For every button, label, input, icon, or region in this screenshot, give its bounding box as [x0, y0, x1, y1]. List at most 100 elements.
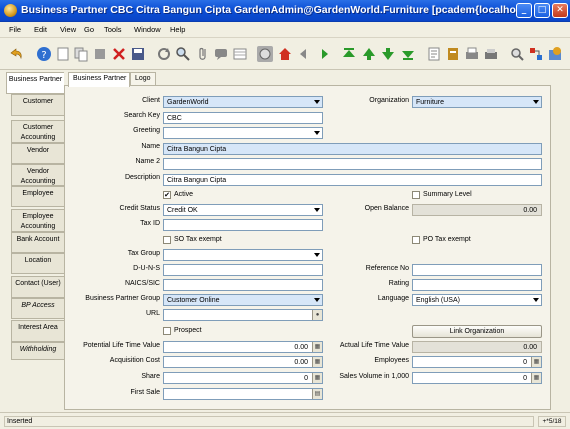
tab-vendor[interactable]: Vendor	[11, 143, 64, 164]
tab-business-partner[interactable]: Business Partner	[6, 72, 64, 94]
tab-business-partner-detail[interactable]: Business Partner	[68, 72, 130, 87]
first-record-icon[interactable]	[341, 46, 357, 62]
greeting-select[interactable]	[163, 127, 323, 139]
find-icon[interactable]	[175, 46, 191, 62]
vertical-scrollbar[interactable]	[555, 72, 565, 410]
po-tax-exempt-checkbox[interactable]	[412, 236, 420, 244]
delete-icon[interactable]	[111, 46, 127, 62]
employees-field[interactable]: 0 ▦	[412, 356, 542, 368]
tab-logo[interactable]: Logo	[130, 72, 156, 86]
acquisition-cost-field[interactable]: 0.00 ▦	[163, 356, 323, 368]
chevron-down-icon[interactable]	[312, 205, 322, 215]
menu-help[interactable]: Help	[170, 25, 185, 34]
print-preview-icon[interactable]	[464, 46, 480, 62]
actual-ltv-label: Actual Life Time Value	[339, 342, 409, 349]
chevron-down-icon[interactable]	[312, 97, 322, 107]
title-bar: Business Partner CBC Citra Bangun Cipta …	[0, 0, 570, 22]
previous-record-icon[interactable]	[361, 46, 377, 62]
chevron-down-icon[interactable]	[531, 97, 541, 107]
client-select[interactable]: GardenWorld	[163, 96, 323, 108]
menu-tools[interactable]: Tools	[104, 25, 122, 34]
next-record-icon[interactable]	[380, 46, 396, 62]
new-record-icon[interactable]	[55, 46, 71, 62]
rating-field[interactable]	[412, 279, 542, 291]
history-icon[interactable]	[257, 46, 273, 62]
link-organization-button[interactable]: Link Organization	[412, 325, 542, 338]
attachment-icon[interactable]	[195, 46, 211, 62]
home-icon[interactable]	[277, 46, 293, 62]
search-key-field[interactable]: CBC	[163, 112, 323, 124]
calculator-icon[interactable]: ▦	[531, 373, 541, 383]
detail-record-icon[interactable]	[315, 46, 331, 62]
name-field[interactable]: Citra Bangun Cipta	[163, 143, 542, 155]
chevron-down-icon[interactable]	[312, 128, 322, 138]
tab-interest-area[interactable]: Interest Area	[11, 320, 64, 342]
naics-field[interactable]	[163, 279, 323, 291]
chevron-down-icon[interactable]	[531, 295, 541, 305]
menu-window[interactable]: Window	[134, 25, 161, 34]
first-sale-field[interactable]: ▤	[163, 388, 323, 400]
tax-group-select[interactable]	[163, 249, 323, 261]
tab-bank-account[interactable]: Bank Account	[11, 232, 64, 253]
potential-ltv-field[interactable]: 0.00 ▦	[163, 341, 323, 353]
undo-icon[interactable]	[8, 46, 24, 62]
archive-icon[interactable]	[445, 46, 461, 62]
prospect-checkbox[interactable]	[163, 327, 171, 335]
tab-bp-access[interactable]: BP Access	[11, 298, 64, 319]
workflow-icon[interactable]	[528, 46, 544, 62]
calculator-icon[interactable]: ▦	[531, 357, 541, 367]
tab-customer[interactable]: Customer	[11, 94, 64, 116]
tab-withholding[interactable]: Withholding	[11, 342, 64, 360]
help-icon[interactable]: ?	[36, 46, 52, 62]
duns-field[interactable]	[163, 264, 323, 276]
chevron-down-icon[interactable]	[312, 250, 322, 260]
menu-go[interactable]: Go	[84, 25, 94, 34]
credit-status-label: Credit Status	[119, 205, 160, 212]
globe-icon[interactable]: ●	[312, 310, 322, 320]
menu-view[interactable]: View	[60, 25, 76, 34]
tab-contact-user[interactable]: Contact (User)	[11, 276, 64, 298]
form-panel: Client GardenWorld Organization Furnitur…	[64, 85, 551, 410]
minimize-button[interactable]: _	[516, 3, 532, 18]
tax-id-field[interactable]	[163, 219, 323, 231]
parent-record-icon[interactable]	[297, 46, 313, 62]
chat-icon[interactable]	[213, 46, 229, 62]
summary-level-checkbox[interactable]	[412, 191, 420, 199]
close-button[interactable]: ✕	[552, 3, 568, 18]
report-icon[interactable]	[426, 46, 442, 62]
calculator-icon[interactable]: ▦	[312, 342, 322, 352]
language-select[interactable]: English (USA)	[412, 294, 542, 306]
zoom-across-icon[interactable]	[509, 46, 525, 62]
reference-no-field[interactable]	[412, 264, 542, 276]
organization-select[interactable]: Furniture	[412, 96, 542, 108]
calendar-icon[interactable]: ▤	[312, 389, 322, 399]
chevron-down-icon[interactable]	[312, 295, 322, 305]
calculator-icon[interactable]: ▦	[312, 357, 322, 367]
name2-field[interactable]	[163, 158, 542, 170]
cancel-icon[interactable]	[92, 46, 108, 62]
tab-location[interactable]: Location	[11, 253, 64, 274]
active-checkbox[interactable]: ✔	[163, 191, 171, 199]
refresh-icon[interactable]	[156, 46, 172, 62]
grid-toggle-icon[interactable]	[232, 46, 248, 62]
record-indicator[interactable]: +*5/18	[538, 416, 566, 427]
menu-file[interactable]: File	[9, 25, 21, 34]
sales-volume-field[interactable]: 0 ▦	[412, 372, 542, 384]
process-icon[interactable]	[547, 46, 563, 62]
menu-edit[interactable]: Edit	[34, 25, 47, 34]
credit-status-select[interactable]: Credit OK	[163, 204, 323, 216]
bp-group-select[interactable]: Customer Online	[163, 294, 323, 306]
print-icon[interactable]	[483, 46, 499, 62]
tab-customer-accounting[interactable]: Customer Accounting	[11, 120, 64, 143]
so-tax-exempt-checkbox[interactable]	[163, 236, 171, 244]
save-icon[interactable]	[130, 46, 146, 62]
url-field[interactable]: ●	[163, 309, 323, 321]
maximize-button[interactable]: □	[534, 3, 550, 18]
description-field[interactable]: Citra Bangun Cipta	[163, 174, 542, 186]
tab-vendor-accounting[interactable]: Vendor Accounting	[11, 164, 64, 186]
last-record-icon[interactable]	[400, 46, 416, 62]
share-field[interactable]: 0 ▦	[163, 372, 323, 384]
tab-employee[interactable]: Employee	[11, 186, 64, 207]
tab-employee-accounting[interactable]: Employee Accounting	[11, 209, 64, 232]
copy-record-icon[interactable]	[73, 46, 89, 62]
